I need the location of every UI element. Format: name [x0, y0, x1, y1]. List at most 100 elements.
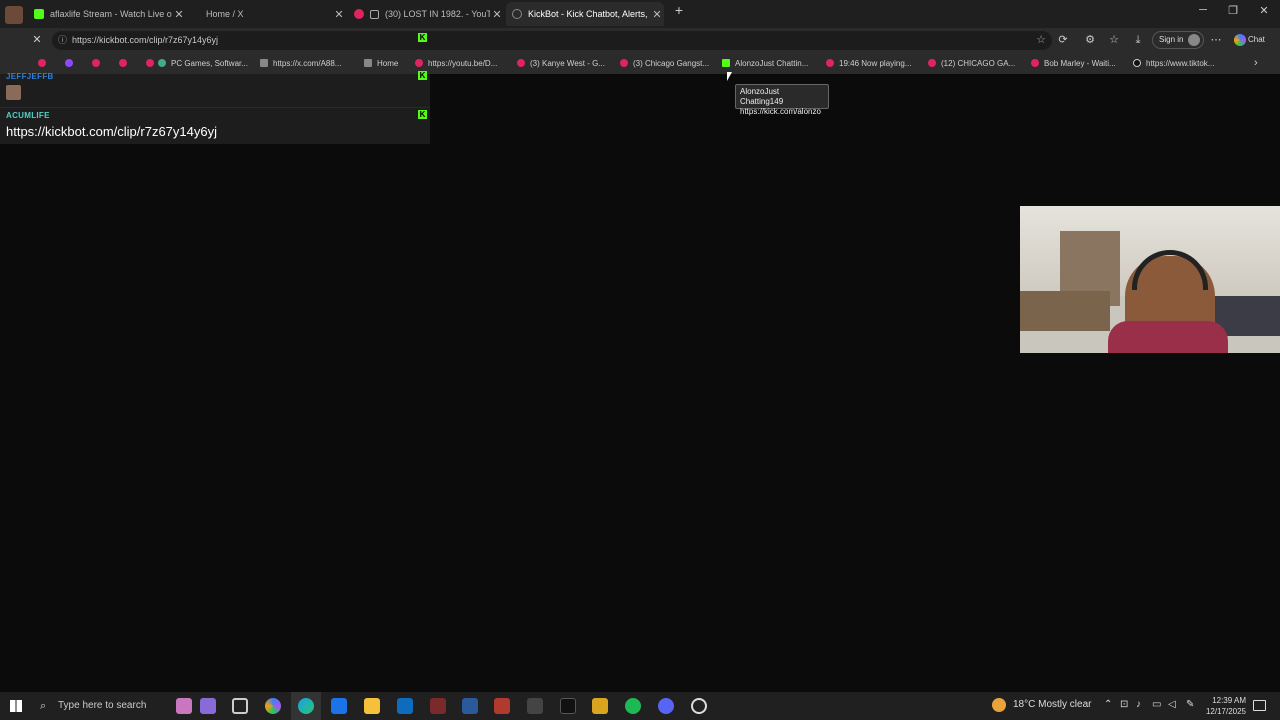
- kick-logo-icon: K: [418, 33, 427, 42]
- show-hidden-icons-icon[interactable]: ⌃: [1104, 699, 1112, 710]
- tab-youtube[interactable]: (30) LOST IN 1982. - YouTube ✕: [348, 2, 504, 26]
- bookmark-label: (3) Chicago Gangst...: [633, 58, 710, 68]
- notifications-icon[interactable]: [1253, 700, 1266, 711]
- chat-message[interactable]: https://kickbot.com/clip/r7z67y14y6yj: [6, 124, 217, 139]
- weather-text[interactable]: 18°C Mostly clear: [1013, 699, 1091, 710]
- bookmark-item[interactable]: https://www.tiktok...: [1133, 56, 1214, 70]
- bookmark-label: (12) CHICAGO GA...: [941, 58, 1016, 68]
- youtube-bookmark-icon: [38, 59, 46, 67]
- more-options-icon[interactable]: ⋯: [1209, 33, 1223, 47]
- downloads-icon[interactable]: ⤓: [1131, 33, 1145, 47]
- stop-loading-icon[interactable]: ✕: [30, 33, 44, 47]
- info-icon[interactable]: ⓘ: [58, 31, 67, 50]
- x-bookmark-icon: [260, 59, 268, 67]
- x-bookmark-icon: [364, 59, 372, 67]
- bookmark-item[interactable]: (3) Kanye West - G...: [517, 56, 605, 70]
- bookmarks-bar: PC Games, Softwar... https://x.com/A88..…: [0, 52, 1280, 74]
- fifa-app-icon[interactable]: [462, 698, 478, 714]
- bookmark-label: Home: [377, 58, 399, 68]
- game-app-icon[interactable]: [592, 698, 608, 714]
- spotify-icon[interactable]: [625, 698, 641, 714]
- youtube-bookmark-icon: [517, 59, 525, 67]
- tab-home-x[interactable]: Home / X ✕: [190, 2, 346, 26]
- bookmark-tooltip: AlonzoJust Chatting149 https://kick.com/…: [735, 84, 829, 116]
- search-highlight-icon[interactable]: [200, 698, 216, 714]
- favorites-icon[interactable]: ☆: [1107, 33, 1121, 47]
- youtube-bookmark-icon: [1031, 59, 1039, 67]
- game-app-icon[interactable]: [560, 698, 576, 714]
- windows-start-icon[interactable]: [10, 700, 22, 712]
- kick-logo-icon: K: [418, 71, 427, 80]
- bookmark-item[interactable]: Home: [364, 56, 398, 70]
- tooltip-url: https://kick.com/alonzo: [740, 107, 821, 116]
- bookmark-folder-icons[interactable]: [38, 56, 159, 70]
- obs-icon[interactable]: [691, 698, 707, 714]
- game-app-icon[interactable]: [430, 698, 446, 714]
- bookmark-item[interactable]: Bob Marley - Waiti...: [1031, 56, 1116, 70]
- close-tab-icon[interactable]: ✕: [172, 8, 186, 21]
- bookmark-item[interactable]: AlonzoJust Chattin...: [722, 56, 808, 70]
- file-explorer-icon[interactable]: [364, 698, 380, 714]
- favorite-star-icon[interactable]: ☆: [1036, 31, 1046, 50]
- youtube-favicon-icon: [354, 9, 364, 19]
- copilot-chat-button[interactable]: Chat: [1232, 31, 1278, 49]
- sign-in-label: Sign in: [1159, 35, 1184, 44]
- puzzle-icon[interactable]: ⚙: [1083, 33, 1097, 47]
- search-icon: ⌕: [40, 700, 47, 712]
- mail-icon[interactable]: [397, 698, 413, 714]
- close-tab-icon[interactable]: ✕: [650, 8, 664, 21]
- bookmark-item[interactable]: (3) Chicago Gangst...: [620, 56, 709, 70]
- bookmark-label: (3) Kanye West - G...: [530, 58, 605, 68]
- chat-label: Chat: [1248, 35, 1265, 44]
- maximize-button[interactable]: ❐: [1218, 4, 1248, 17]
- bookmark-item[interactable]: https://x.com/A88...: [260, 56, 341, 70]
- close-tab-icon[interactable]: ✕: [490, 8, 504, 21]
- game-app-icon[interactable]: [527, 698, 543, 714]
- browser-toolbar: ✕ ⓘ https://kickbot.com/clip/r7z67y14y6y…: [0, 28, 1280, 52]
- bookmarks-overflow-icon[interactable]: ›: [1254, 56, 1258, 70]
- network-icon[interactable]: ⊡: [1120, 699, 1128, 710]
- close-window-button[interactable]: ✕: [1249, 4, 1279, 17]
- bookmark-label: Bob Marley - Waiti...: [1044, 58, 1116, 68]
- battery-icon[interactable]: ▭: [1152, 699, 1161, 710]
- taskbar-search-box[interactable]: ⌕ Type here to search: [32, 692, 172, 720]
- clock-date: 12/17/2025: [1205, 707, 1246, 716]
- extensions-icon[interactable]: ⟳: [1056, 33, 1070, 47]
- youtube-bookmark-icon: [826, 59, 834, 67]
- volume-icon[interactable]: ◁: [1168, 699, 1176, 710]
- copilot-icon: [1234, 34, 1246, 46]
- new-tab-button[interactable]: +: [664, 2, 694, 18]
- kick-logo-icon: K: [418, 110, 427, 119]
- tooltip-title: AlonzoJust Chatting149: [740, 87, 784, 106]
- twitch-bookmark-icon: [65, 59, 73, 67]
- bookmark-item[interactable]: (12) CHICAGO GA...: [928, 56, 1015, 70]
- close-tab-icon[interactable]: ✕: [332, 8, 346, 21]
- sign-in-button[interactable]: Sign in: [1152, 31, 1204, 49]
- mega-app-icon[interactable]: [494, 698, 510, 714]
- search-highlight-icon[interactable]: [176, 698, 192, 714]
- windows-taskbar: ⌕ Type here to search 18°C Mostly clear …: [0, 692, 1280, 720]
- minimize-button[interactable]: ─: [1188, 4, 1218, 16]
- kick-bookmark-icon: [722, 59, 730, 67]
- bookmark-item[interactable]: 19:46 Now playing...: [826, 56, 912, 70]
- profile-avatar[interactable]: [5, 6, 23, 24]
- edge-browser-icon[interactable]: [298, 698, 314, 714]
- copilot-taskbar-icon[interactable]: [265, 698, 281, 714]
- pen-icon[interactable]: ✎: [1186, 699, 1194, 710]
- weather-icon[interactable]: [992, 698, 1006, 712]
- microphone-icon[interactable]: ♪: [1136, 699, 1141, 710]
- tab-aflaxlife-stream[interactable]: aflaxlife Stream - Watch Live on K ✕: [28, 2, 186, 26]
- kick-favicon-icon: [34, 9, 44, 19]
- task-view-icon[interactable]: [232, 698, 248, 714]
- taskbar-clock[interactable]: 12:39 AM 12/17/2025: [1198, 695, 1246, 717]
- bookmark-item[interactable]: https://youtu.be/D...: [415, 56, 497, 70]
- bookmark-label: https://youtu.be/D...: [428, 58, 498, 68]
- tab-title: KickBot - Kick Chatbot, Alerts, TTS: [528, 9, 650, 19]
- discord-icon[interactable]: [658, 698, 674, 714]
- bookmark-item[interactable]: PC Games, Softwar...: [158, 56, 248, 70]
- tab-kickbot[interactable]: KickBot - Kick Chatbot, Alerts, TTS ✕: [506, 2, 664, 26]
- youtube-bookmark-icon: [928, 59, 936, 67]
- address-bar[interactable]: ⓘ https://kickbot.com/clip/r7z67y14y6yj …: [52, 31, 1052, 50]
- store-icon[interactable]: [331, 698, 347, 714]
- muted-speaker-icon[interactable]: [370, 9, 379, 19]
